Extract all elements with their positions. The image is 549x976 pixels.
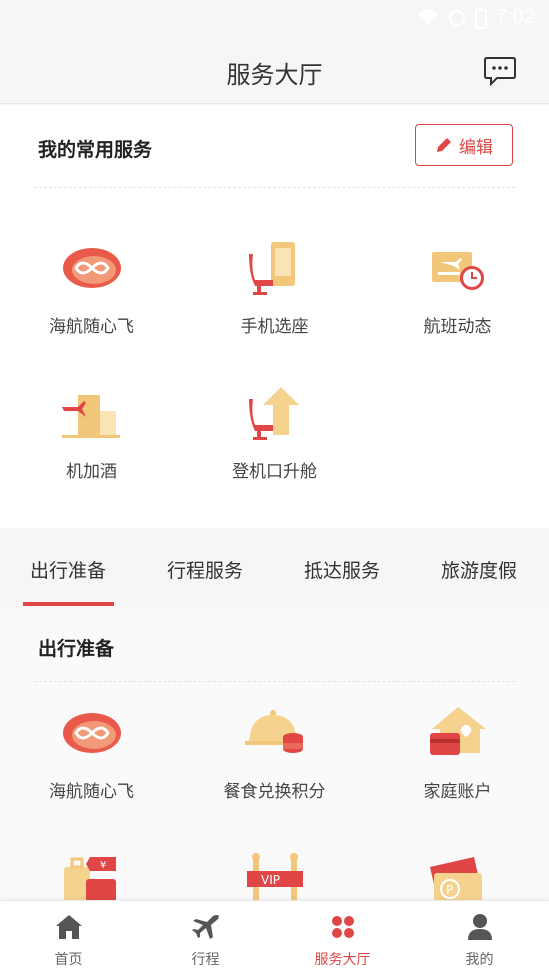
tab-trip-service[interactable]: 行程服务 bbox=[167, 556, 243, 583]
wifi-icon bbox=[417, 9, 440, 26]
pencil-icon bbox=[437, 138, 451, 152]
meal-points-icon bbox=[244, 710, 303, 753]
service-item-label: 家庭账户 bbox=[423, 782, 492, 802]
service-item[interactable]: 海航随心飞 bbox=[0, 240, 183, 337]
category-tabs: 出行准备 行程服务 抵达服务 旅游度假 bbox=[0, 528, 549, 607]
service-item-label: 机加酒 bbox=[66, 462, 117, 482]
battery-icon bbox=[475, 6, 488, 29]
service-item-label: 海航随心飞 bbox=[49, 782, 134, 802]
edit-button-label: 编辑 bbox=[459, 137, 493, 158]
nav-label: 行程 bbox=[191, 952, 220, 968]
infinity-badge-icon bbox=[62, 248, 121, 288]
status-bar: 7:02 bbox=[0, 0, 549, 38]
tab-travel-prep[interactable]: 出行准备 bbox=[30, 556, 106, 583]
active-tab-indicator bbox=[23, 602, 114, 606]
nav-trips[interactable]: 行程 bbox=[137, 913, 274, 969]
app-header: 服务大厅 bbox=[0, 38, 549, 104]
chat-bubble-icon[interactable] bbox=[483, 56, 517, 86]
section-title: 出行准备 bbox=[38, 638, 115, 660]
service-item[interactable]: 登机口升舱 bbox=[183, 385, 366, 482]
service-item-label: 手机选座 bbox=[240, 317, 309, 337]
flight-hotel-icon bbox=[61, 395, 120, 438]
common-services-section: 我的常用服务 编辑 海航随心飞 手机选座 航班动态 机加酒 登机口升舱 bbox=[0, 105, 549, 528]
tab-arrival-service[interactable]: 抵达服务 bbox=[304, 556, 380, 583]
service-item-label: 海航随心飞 bbox=[49, 317, 134, 337]
tab-vacation[interactable]: 旅游度假 bbox=[441, 556, 517, 583]
edit-button[interactable]: 编辑 bbox=[415, 124, 513, 166]
seat-upgrade-icon bbox=[248, 387, 299, 440]
service-item[interactable]: 餐食兑换积分 bbox=[183, 705, 366, 802]
svg-text:¥: ¥ bbox=[100, 860, 106, 871]
signal-icon bbox=[449, 9, 466, 26]
user-icon bbox=[467, 914, 492, 940]
divider bbox=[34, 681, 515, 682]
nav-label: 服务大厅 bbox=[314, 952, 371, 968]
svg-text:VIP: VIP bbox=[261, 873, 280, 887]
service-item-label: 餐食兑换积分 bbox=[223, 782, 326, 802]
divider bbox=[34, 187, 515, 188]
service-item[interactable]: 机加酒 bbox=[0, 385, 183, 482]
service-item[interactable]: 海航随心飞 bbox=[0, 705, 183, 802]
home-icon bbox=[55, 915, 82, 939]
nav-home[interactable]: 首页 bbox=[0, 913, 137, 969]
flight-status-icon bbox=[431, 252, 484, 290]
service-item[interactable]: 家庭账户 bbox=[366, 705, 549, 802]
nav-mine[interactable]: 我的 bbox=[411, 913, 548, 969]
plane-icon bbox=[191, 915, 219, 939]
section-title: 我的常用服务 bbox=[38, 139, 153, 161]
grid-dots-icon bbox=[331, 916, 354, 938]
service-item-label: 登机口升舱 bbox=[232, 462, 317, 482]
nav-label: 首页 bbox=[54, 952, 83, 968]
svg-text:P: P bbox=[446, 883, 453, 897]
service-item[interactable]: 航班动态 bbox=[366, 240, 549, 337]
bottom-navigation: 首页 行程 服务大厅 我的 bbox=[0, 900, 549, 976]
status-time: 7:02 bbox=[496, 6, 535, 28]
phone-seat-icon bbox=[248, 242, 295, 295]
infinity-badge-icon bbox=[62, 713, 121, 753]
family-account-icon bbox=[429, 707, 486, 755]
travel-prep-section: 出行准备 海航随心飞 餐食兑换积分 家庭账户 ¥ VIP P bbox=[0, 607, 549, 907]
page-title: 服务大厅 bbox=[226, 61, 323, 89]
service-item[interactable]: 手机选座 bbox=[183, 240, 366, 337]
nav-service-hall[interactable]: 服务大厅 bbox=[274, 913, 411, 969]
nav-label: 我的 bbox=[465, 952, 494, 968]
service-item-label: 航班动态 bbox=[423, 317, 492, 337]
